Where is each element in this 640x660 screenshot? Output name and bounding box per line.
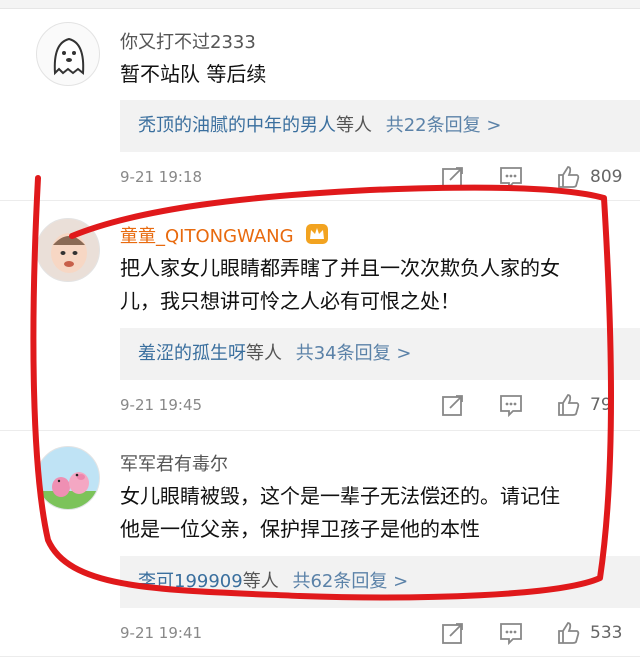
peppa-pig-avatar-icon [37,447,99,509]
comment-meta: 9-21 19:41 533 [120,620,630,646]
comment-text-line: 儿，我只想讲可怜之人必有可恨之处！ [120,289,460,313]
comment-author[interactable]: 军军君有毒尔 [120,450,228,476]
comment-text-line: 女儿眼睛被毁，这个是一辈子无法偿还的。请记住 [120,484,560,508]
share-icon[interactable] [440,392,466,418]
thumbs-up-icon[interactable] [556,164,582,190]
replies-summary[interactable]: 秃顶的油腻的中年的男人等人 共22条回复 > [120,100,640,152]
crown-badge-icon [306,224,329,244]
comment-author[interactable]: 童童_QITONGWANG [120,222,329,248]
reply-users-suffix: 等人 [246,343,282,364]
ghost-avatar-icon [53,37,85,76]
avatar-ghost[interactable] [36,22,100,86]
comment-text: 暂不站队 等后续 [120,58,630,91]
comment-text-line: 把人家女儿眼睛都弄瞎了并且一次次欺负人家的女 [120,256,560,280]
avatar-peppa[interactable] [36,446,100,510]
reply-users-suffix: 等人 [336,115,372,136]
comment-text: 女儿眼睛被毁，这个是一辈子无法偿还的。请记住 他是一位父亲，保护捍卫孩子是他的本… [120,480,630,546]
baby-photo-icon [37,219,99,281]
reply-users-suffix: 等人 [242,571,279,592]
comment-text-line: 他是一位父亲，保护捍卫孩子是他的本性 [120,517,480,541]
comment-icon[interactable] [498,164,524,190]
avatar-baby[interactable] [36,218,100,282]
reply-users[interactable]: 秃顶的油腻的中年的男人 [138,115,336,136]
author-name-text: 童童_QITONGWANG [120,226,294,247]
comment-text-line: 暂不站队 等后续 [120,62,267,86]
reply-users[interactable]: 羞涩的孤生呀 [138,343,246,364]
replies-summary[interactable]: 羞涩的孤生呀等人 共34条回复 > [120,328,640,380]
reply-count-link[interactable]: 共22条回复 > [386,115,502,136]
timestamp: 9-21 19:18 [120,168,203,186]
comment-icon[interactable] [498,620,524,646]
thumbs-up-icon[interactable] [556,392,582,418]
reply-count-link[interactable]: 共34条回复 > [296,343,412,364]
share-icon[interactable] [440,620,466,646]
comment-author[interactable]: 你又打不过2333 [120,28,256,54]
share-icon[interactable] [440,164,466,190]
top-divider [0,0,640,9]
reply-count-link[interactable]: 共62条回复 > [292,571,408,592]
comment-text: 把人家女儿眼睛都弄瞎了并且一次次欺负人家的女 儿，我只想讲可怜之人必有可恨之处！ [120,252,630,318]
thumbs-up-icon[interactable] [556,620,582,646]
comment-meta: 9-21 19:45 79 [120,392,630,418]
like-count: 79 [590,395,612,415]
timestamp: 9-21 19:41 [120,624,203,642]
comment-divider [0,656,640,657]
replies-summary[interactable]: 李可199909等人 共62条回复 > [120,556,640,608]
comment-meta: 9-21 19:18 809 [120,164,630,190]
comment-divider [0,200,640,201]
comment-icon[interactable] [498,392,524,418]
like-count: 533 [590,623,623,643]
reply-users[interactable]: 李可199909 [138,571,243,592]
timestamp: 9-21 19:45 [120,396,203,414]
like-count: 809 [590,167,623,187]
comment-divider [0,430,640,431]
